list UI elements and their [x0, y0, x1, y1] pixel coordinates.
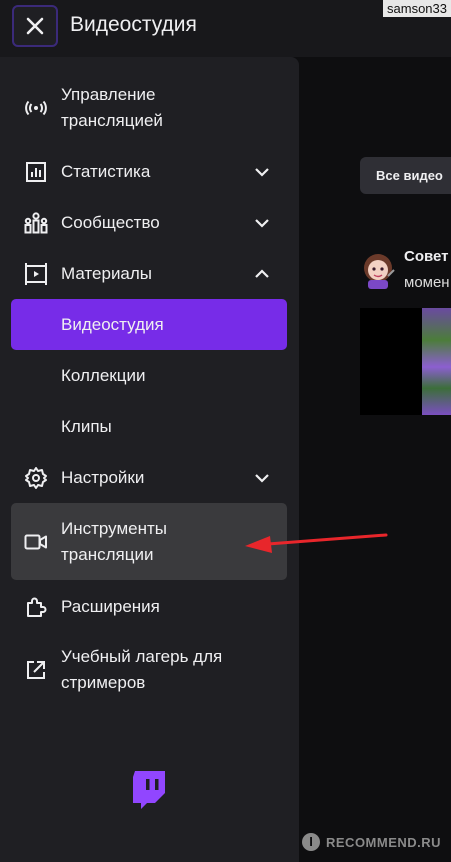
close-button[interactable]	[12, 5, 58, 47]
watermark-badge: I	[302, 833, 320, 851]
broadcast-icon	[24, 96, 48, 120]
sidebar-item-label: Инструменты трансляции	[61, 518, 168, 564]
sidebar-item-content[interactable]: Материалы	[11, 248, 287, 299]
camera-icon	[24, 530, 48, 554]
sidebar-item-extensions[interactable]: Расширения	[11, 581, 287, 632]
external-link-icon	[24, 658, 48, 682]
sidebar-item-label: Настройки	[61, 467, 145, 487]
sidebar: Управление трансляцией Статистика Сообще…	[0, 57, 299, 862]
sidebar-item-label: Статистика	[61, 161, 151, 181]
video-thumbnail[interactable]	[360, 308, 451, 415]
gear-icon	[24, 466, 48, 490]
chevron-up-icon[interactable]	[253, 265, 271, 283]
page-title: Видеостудия	[70, 13, 197, 36]
chevron-down-icon[interactable]	[253, 469, 271, 487]
sidebar-item-clips[interactable]: Клипы	[11, 401, 287, 452]
chart-icon	[24, 160, 48, 184]
sidebar-item-settings[interactable]: Настройки	[11, 452, 287, 503]
sidebar-item-label: Коллекции	[61, 365, 146, 385]
sidebar-item-collections[interactable]: Коллекции	[11, 350, 287, 401]
sidebar-item-label: Клипы	[61, 416, 112, 436]
site-watermark: I RECOMMEND.RU	[302, 828, 441, 856]
sidebar-item-community[interactable]: Сообщество	[11, 197, 287, 248]
sidebar-item-label: Видеостудия	[61, 314, 164, 334]
video-title-line2[interactable]: момен	[404, 274, 450, 291]
watermark-text: RECOMMEND.RU	[326, 834, 442, 850]
chevron-down-icon[interactable]	[253, 163, 271, 181]
sidebar-item-label: Сообщество	[61, 212, 160, 232]
channel-avatar[interactable]	[360, 250, 396, 290]
chevron-down-icon[interactable]	[253, 214, 271, 232]
community-icon	[24, 211, 48, 235]
thumbnail-game-image	[422, 308, 451, 415]
sidebar-item-broadcast-tools[interactable]: Инструменты трансляции	[11, 503, 287, 580]
video-title-line1[interactable]: Совет	[404, 248, 449, 265]
filter-all-videos-button[interactable]: Все видео	[360, 157, 451, 194]
sidebar-item-label: Управление трансляцией	[61, 85, 163, 130]
sidebar-item-statistics[interactable]: Статистика	[11, 146, 287, 197]
media-icon	[24, 262, 48, 286]
sidebar-item-label: Расширения	[61, 596, 160, 616]
sidebar-item-label: Учебный лагерь для стримеров	[61, 647, 223, 692]
puzzle-icon	[24, 595, 48, 619]
uploader-watermark: samson33	[383, 0, 451, 17]
sidebar-item-video-producer[interactable]: Видеостудия	[11, 299, 287, 350]
sidebar-item-stream-manager[interactable]: Управление трансляцией	[11, 82, 287, 134]
top-bar: Видеостудия samson33	[0, 0, 451, 57]
sidebar-item-label: Материалы	[61, 263, 153, 283]
close-icon	[26, 17, 44, 35]
sidebar-item-creator-camp[interactable]: Учебный лагерь для стримеров	[11, 632, 287, 708]
twitch-logo-icon[interactable]	[131, 769, 167, 809]
